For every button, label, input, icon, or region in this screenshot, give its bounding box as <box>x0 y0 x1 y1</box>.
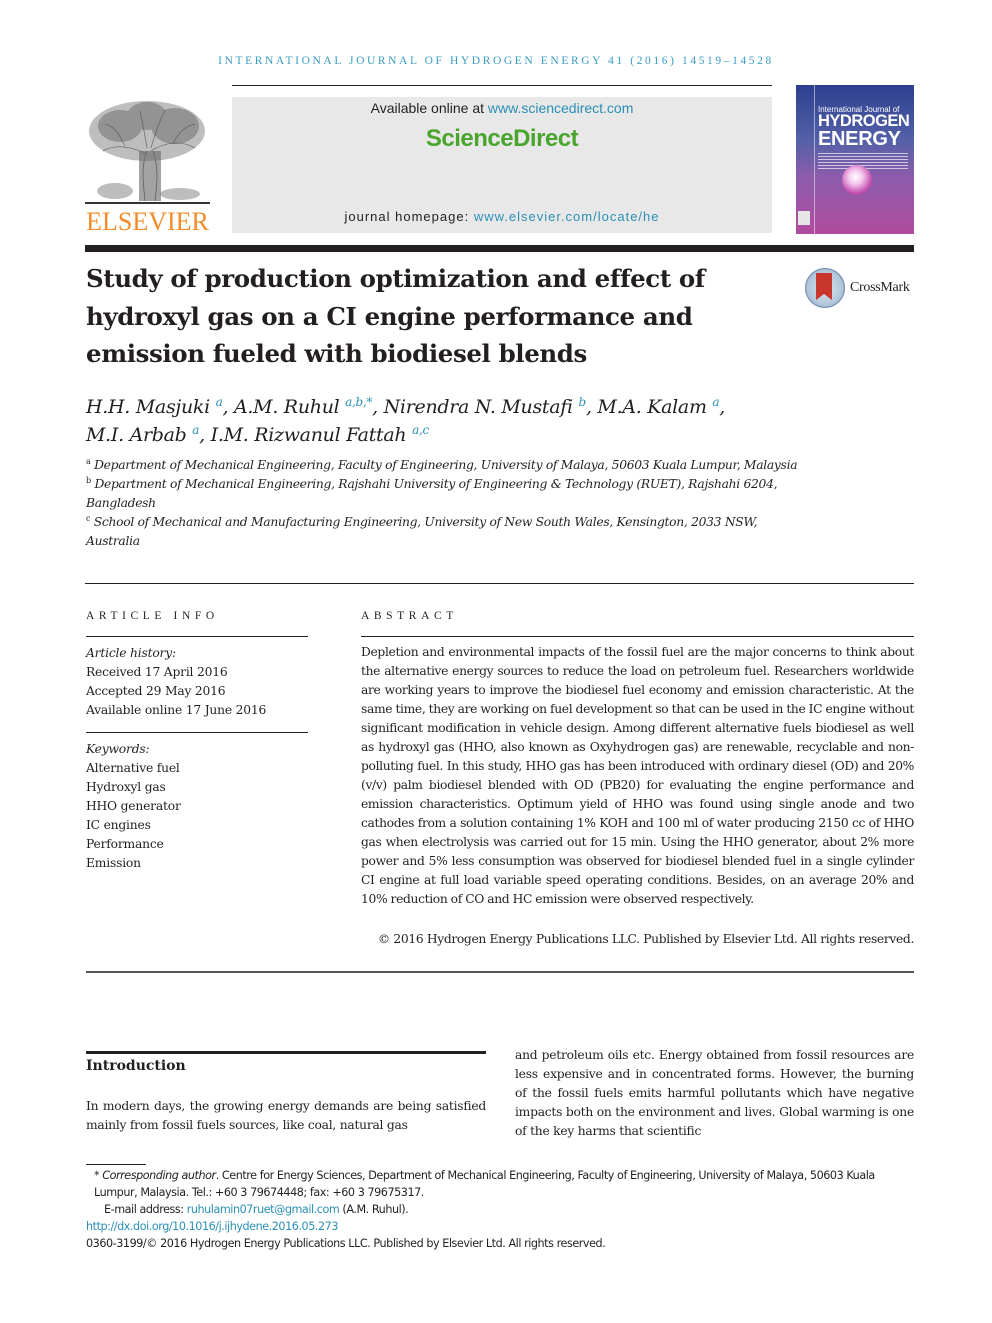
email-label: E-mail address: <box>104 1203 187 1216</box>
footnote-rule <box>86 1164 146 1165</box>
author-name[interactable]: Nirendra N. Mustafi <box>384 396 573 418</box>
crossmark-button[interactable]: CrossMark <box>805 268 925 310</box>
masthead-rule <box>85 245 914 252</box>
author-name[interactable]: M.I. Arbab <box>86 424 187 446</box>
introduction-column-1: In modern days, the growing energy deman… <box>86 1099 486 1132</box>
journal-homepage-line: journal homepage: www.elsevier.com/locat… <box>232 209 772 224</box>
affiliation-list: a Department of Mechanical Engineering, … <box>86 456 806 551</box>
journal-homepage-link[interactable]: www.elsevier.com/locate/he <box>474 209 660 224</box>
affiliation-text: Department of Mechanical Engineering, Fa… <box>94 458 798 472</box>
article-info-heading: ARTICLE INFO <box>86 610 219 622</box>
author-affiliation-mark[interactable]: a <box>216 395 223 409</box>
footnotes: * Corresponding author. Centre for Energ… <box>86 1167 914 1252</box>
running-head: International Journal of Hydrogen Energy… <box>218 55 774 67</box>
author-name[interactable]: A.M. Ruhul <box>234 396 340 418</box>
author-separator: , <box>372 396 384 418</box>
doi-line: http://dx.doi.org/10.1016/j.ijhydene.201… <box>86 1218 914 1235</box>
author-separator: , <box>222 396 235 418</box>
affiliation-mark: c <box>86 514 91 523</box>
journal-homepage-prefix: journal homepage: <box>344 209 474 224</box>
keywords: Keywords: Alternative fuel Hydroxyl gas … <box>86 740 316 873</box>
author-separator: , <box>199 424 211 446</box>
author-list: H.H. Masjuki a, A.M. Ruhul a,b,*, Nirend… <box>86 393 846 449</box>
author-name[interactable]: M.A. Kalam <box>597 396 707 418</box>
elsevier-wordmark: ELSEVIER <box>86 207 209 236</box>
article-info-rule <box>86 636 308 637</box>
abstract-heading: ABSTRACT <box>361 610 458 622</box>
keyword-item: Performance <box>86 837 164 851</box>
article-history-label: Article history: <box>86 646 176 660</box>
corresponding-author-label: Corresponding author <box>102 1169 216 1182</box>
email-link[interactable]: ruhulamin07ruet@gmail.com <box>187 1203 340 1216</box>
keywords-rule <box>86 732 308 733</box>
author-name[interactable]: I.M. Rizwanul Fattah <box>211 424 407 446</box>
introduction-rule <box>86 1051 486 1054</box>
keyword-item: IC engines <box>86 818 151 832</box>
footnote-mark: * <box>94 1169 103 1182</box>
email-note: E-mail address: ruhulamin07ruet@gmail.co… <box>86 1201 914 1218</box>
email-suffix: (A.M. Ruhul). <box>339 1203 409 1216</box>
introduction-column-2: and petroleum oils etc. Energy obtained … <box>515 1048 914 1138</box>
abstract-text: Depletion and environmental impacts of t… <box>361 645 914 906</box>
section-rule <box>85 583 914 584</box>
front-matter-end-rule <box>86 971 914 973</box>
sciencedirect-banner: Available online at www.sciencedirect.co… <box>232 97 772 233</box>
keywords-label: Keywords: <box>86 742 150 756</box>
elsevier-tree-icon <box>85 101 210 204</box>
cover-title-line3: ENERGY <box>818 128 901 150</box>
abstract-rule <box>361 636 914 637</box>
affiliation-item: c School of Mechanical and Manufacturing… <box>86 513 806 551</box>
article-history: Article history: Received 17 April 2016 … <box>86 644 316 720</box>
author-separator: , <box>719 396 726 418</box>
article-title: Study of production optimization and eff… <box>86 264 705 368</box>
author-name[interactable]: H.H. Masjuki <box>86 396 210 418</box>
abstract-copyright: © 2016 Hydrogen Energy Publications LLC.… <box>377 932 914 946</box>
author-separator: , <box>585 396 598 418</box>
sciencedirect-link[interactable]: www.sciencedirect.com <box>488 100 634 116</box>
affiliation-item: a Department of Mechanical Engineering, … <box>86 456 806 475</box>
doi-link[interactable]: http://dx.doi.org/10.1016/j.ijhydene.201… <box>86 1220 338 1233</box>
journal-cover[interactable]: International Journal of HYDROGEN ENERGY <box>796 85 914 234</box>
sciencedirect-logo[interactable]: ScienceDirect <box>232 125 772 153</box>
cover-publisher-logo-icon <box>798 211 810 225</box>
available-online-line: Available online at www.sciencedirect.co… <box>232 100 772 116</box>
issn-line: 0360-3199/© 2016 Hydrogen Energy Publica… <box>86 1237 606 1250</box>
author-affiliation-mark[interactable]: a,b,* <box>345 395 372 409</box>
keyword-item: HHO generator <box>86 799 181 813</box>
history-item: Received 17 April 2016 <box>86 665 228 679</box>
affiliation-item: b Department of Mechanical Engineering, … <box>86 475 806 513</box>
affiliation-text: Department of Mechanical Engineering, Ra… <box>86 477 778 510</box>
author-affiliation-mark[interactable]: b <box>579 395 587 409</box>
cover-orb-graphic <box>842 165 872 195</box>
cover-divider <box>814 85 815 234</box>
affiliation-mark: a <box>86 457 91 466</box>
history-item: Available online 17 June 2016 <box>86 703 267 717</box>
corresponding-author-note: * Corresponding author. Centre for Energ… <box>86 1167 914 1201</box>
header-rule <box>232 85 772 86</box>
keyword-item: Hydroxyl gas <box>86 780 166 794</box>
keyword-item: Alternative fuel <box>86 761 180 775</box>
introduction-heading: Introduction <box>86 1058 186 1074</box>
affiliation-text: School of Mechanical and Manufacturing E… <box>86 515 758 548</box>
history-item: Accepted 29 May 2016 <box>86 684 226 698</box>
available-online-prefix: Available online at <box>370 100 488 116</box>
crossmark-label: CrossMark <box>850 280 910 295</box>
keyword-item: Emission <box>86 856 141 870</box>
affiliation-mark: b <box>86 476 91 485</box>
elsevier-logo[interactable]: ELSEVIER <box>85 96 210 236</box>
author-affiliation-mark[interactable]: a,c <box>412 423 429 437</box>
